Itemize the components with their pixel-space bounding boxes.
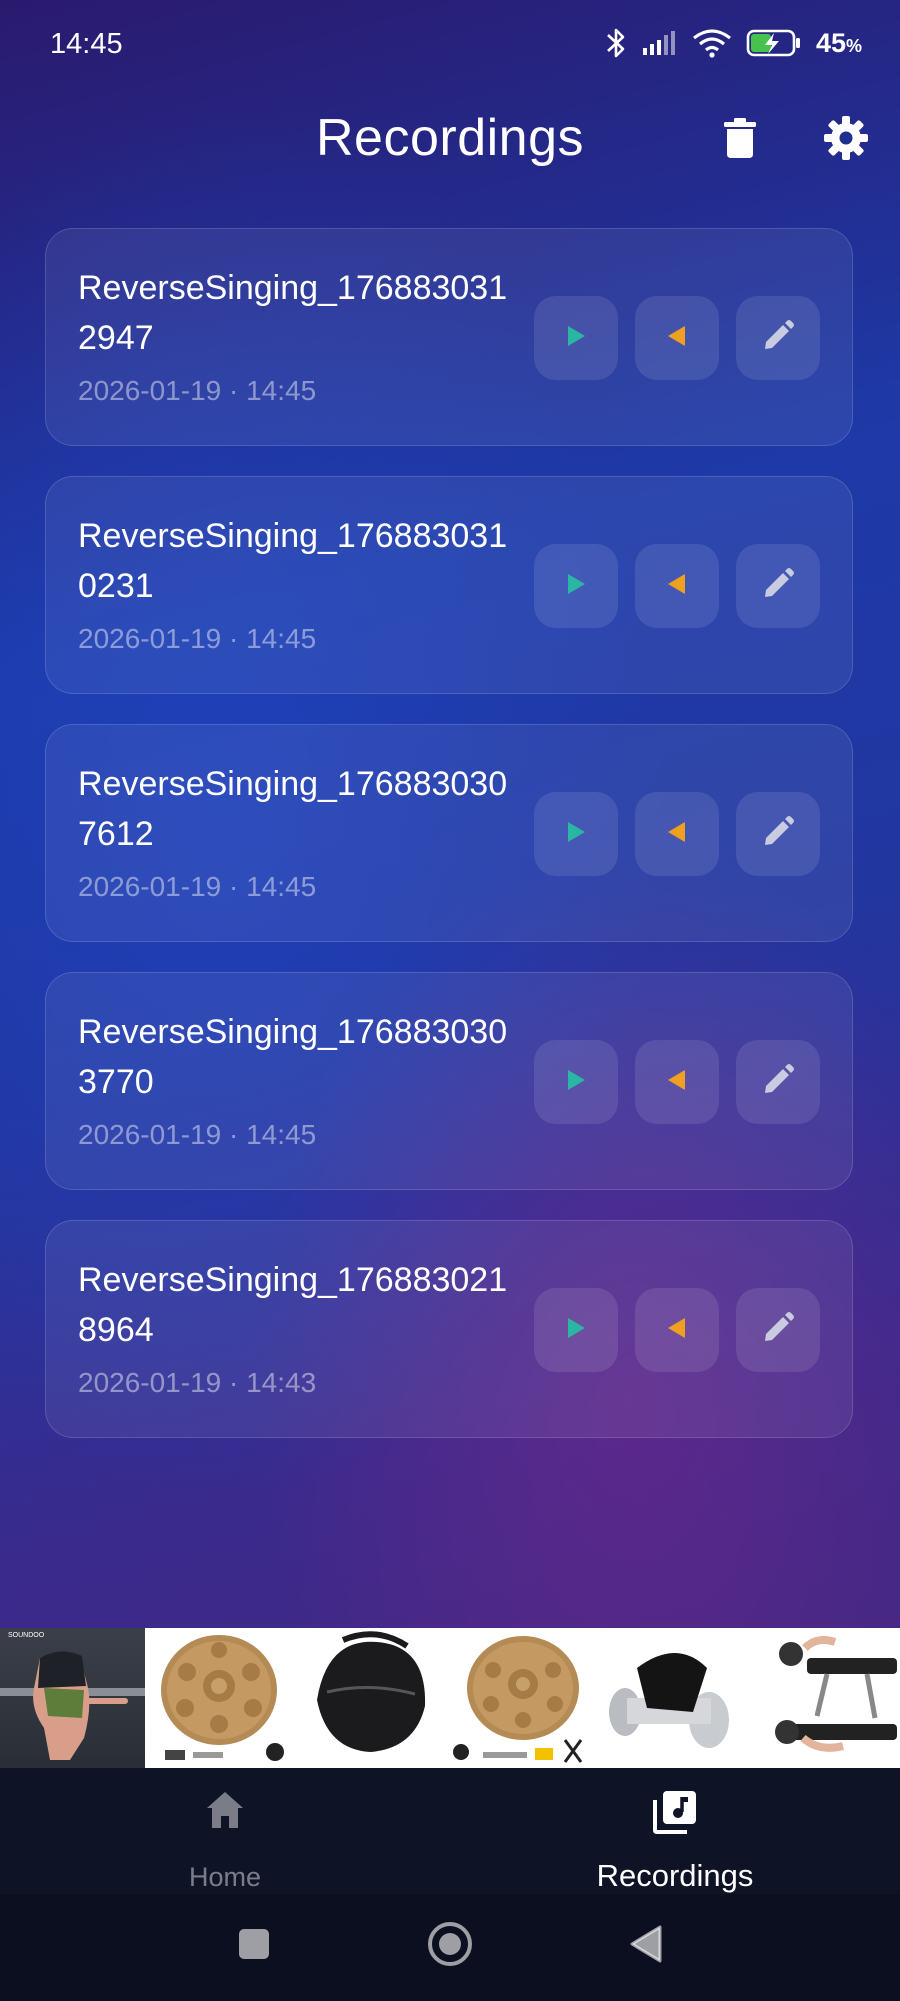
ad-logo: SOUNDOO [8,1632,45,1639]
system-navigation-bar [0,1894,900,2001]
play-reverse-icon [665,323,689,354]
play-forward-icon [564,819,588,850]
edit-pencil-icon [761,567,795,606]
play-forward-icon [564,1067,588,1098]
battery-percentage: 45% [815,27,862,58]
recording-actions [534,544,820,628]
status-time: 14:45 [50,28,123,60]
recording-card[interactable]: ReverseSinging_1768830307612 2026-01-19 ·… [45,724,853,942]
back-triangle-icon [628,1925,664,1968]
rename-button[interactable] [736,296,820,380]
play-reverse-button[interactable] [635,1288,719,1372]
recording-date: 2026-01-19 · 14:45 [78,871,317,902]
recording-card[interactable]: ReverseSinging_1768830218964 2026-01-19 ·… [45,1220,853,1438]
recording-date: 2026-01-19 · 14:45 [78,1119,317,1150]
edit-pencil-icon [761,1063,795,1102]
recording-card[interactable]: ReverseSinging_1768830310231 2026-01-19 ·… [45,476,853,694]
system-home-button[interactable] [426,1920,474,1973]
home-icon [0,1788,450,1832]
recording-actions [534,1288,820,1372]
app-header: Recordings [0,100,900,180]
ad-tile-bench[interactable] [747,1628,900,1768]
play-reverse-icon [665,571,689,602]
nav-label-recordings: Recordings [596,1858,754,1893]
ad-tile-wrist-roller[interactable] [597,1628,747,1768]
nav-tab-recordings[interactable]: Recordings [450,1768,900,1894]
recording-name: ReverseSinging_1768830218964 [78,1261,508,1349]
play-forward-button[interactable] [534,544,618,628]
play-forward-icon [564,571,588,602]
recents-square-icon [236,1929,272,1966]
play-reverse-button[interactable] [635,544,719,628]
bluetooth-icon [604,26,628,60]
play-reverse-icon [665,819,689,850]
recording-name: ReverseSinging_1768830307612 [78,765,508,853]
recording-name: ReverseSinging_1768830312947 [78,269,508,357]
recordings-list: ReverseSinging_1768830312947 2026-01-19 ·… [45,228,855,1468]
delete-all-button[interactable] [712,112,768,168]
recording-actions [534,296,820,380]
status-icons: 45% [604,26,862,60]
nav-label-home: Home [188,1862,262,1892]
play-reverse-button[interactable] [635,296,719,380]
ad-banner[interactable]: SOUNDOO [0,1628,900,1768]
recording-date: 2026-01-19 · 14:45 [78,623,317,654]
play-forward-button[interactable] [534,296,618,380]
recents-button[interactable] [236,1926,272,1967]
play-forward-button[interactable] [534,792,618,876]
battery-charging-icon [746,28,802,58]
recording-name: ReverseSinging_1768830303770 [78,1013,508,1101]
signal-icon [642,30,678,56]
recording-date: 2026-01-19 · 14:43 [78,1367,317,1398]
recording-name: ReverseSinging_1768830310231 [78,517,508,605]
play-reverse-button[interactable] [635,1040,719,1124]
bottom-navigation: Home Recordings [0,1768,900,1894]
settings-button[interactable] [818,112,874,168]
ad-tile-handpan-2[interactable] [447,1628,597,1768]
music-library-icon [450,1788,900,1836]
play-forward-icon [564,323,588,354]
status-bar: 14:45 45% [0,0,900,90]
ad-tile-handpan[interactable] [145,1628,297,1768]
ad-tile-handpan-bag[interactable] [297,1628,447,1768]
ad-tile-fitness-glove[interactable]: SOUNDOO [0,1628,145,1768]
rename-button[interactable] [736,544,820,628]
play-reverse-icon [665,1067,689,1098]
edit-pencil-icon [761,1311,795,1350]
system-back-button[interactable] [628,1924,664,1969]
edit-pencil-icon [761,319,795,358]
play-forward-button[interactable] [534,1288,618,1372]
rename-button[interactable] [736,1040,820,1124]
trash-icon [723,117,757,164]
recording-card[interactable]: ReverseSinging_1768830312947 2026-01-19 ·… [45,228,853,446]
nav-tab-home[interactable]: Home [0,1768,450,1894]
play-forward-icon [564,1315,588,1346]
recording-actions [534,792,820,876]
settings-gear-icon [822,114,870,167]
play-reverse-icon [665,1315,689,1346]
home-circle-icon [426,1922,474,1972]
play-forward-button[interactable] [534,1040,618,1124]
recording-actions [534,1040,820,1124]
recording-date: 2026-01-19 · 14:45 [78,375,317,406]
play-reverse-button[interactable] [635,792,719,876]
wifi-icon [692,28,732,58]
edit-pencil-icon [761,815,795,854]
rename-button[interactable] [736,1288,820,1372]
rename-button[interactable] [736,792,820,876]
recording-card[interactable]: ReverseSinging_1768830303770 2026-01-19 ·… [45,972,853,1190]
